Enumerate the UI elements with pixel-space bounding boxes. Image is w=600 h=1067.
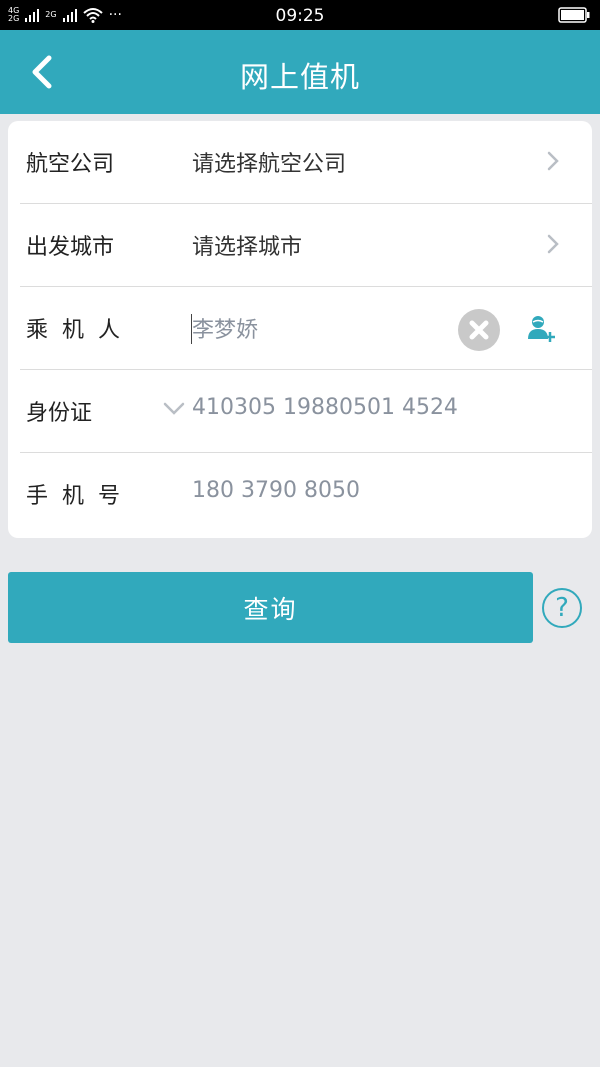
checkin-form: 航空公司 请选择航空公司 出发城市 请选择城市 乘机人 李梦娇 身份证 4103… — [8, 121, 592, 538]
phone-input[interactable]: 180 3790 8050 — [192, 478, 360, 503]
phone-row: 手机号 180 3790 8050 — [20, 453, 592, 536]
battery-icon — [558, 7, 590, 23]
passenger-label: 乘机人 — [26, 318, 135, 343]
phone-label: 手机号 — [26, 484, 135, 509]
airline-row[interactable]: 航空公司 请选择航空公司 — [20, 121, 592, 204]
chevron-right-icon — [547, 234, 559, 254]
airline-label: 航空公司 — [26, 152, 115, 177]
app-header: 网上值机 — [0, 30, 600, 114]
id-number-input[interactable]: 410305 19880501 4524 — [192, 395, 458, 420]
page-title: 网上值机 — [239, 60, 360, 94]
help-icon[interactable]: ? — [542, 588, 582, 628]
departure-city-select[interactable]: 请选择城市 — [192, 229, 302, 261]
departure-city-row[interactable]: 出发城市 请选择城市 — [20, 204, 592, 287]
chevron-right-icon — [547, 151, 559, 171]
clear-button[interactable] — [458, 309, 500, 351]
status-bar: 4G 2G 2G ··· 09:25 — [0, 0, 600, 30]
passenger-input[interactable]: 李梦娇 — [192, 312, 258, 344]
departure-city-label: 出发城市 — [26, 235, 115, 260]
add-passenger-icon[interactable] — [526, 313, 556, 343]
status-time: 09:25 — [275, 6, 325, 26]
chevron-down-icon[interactable] — [162, 400, 186, 418]
passenger-row: 乘机人 李梦娇 — [20, 287, 592, 370]
airline-select[interactable]: 请选择航空公司 — [192, 146, 346, 178]
query-button[interactable]: 查询 — [8, 572, 533, 643]
close-icon — [469, 320, 489, 340]
id-type-label: 身份证 — [26, 401, 93, 426]
id-card-row: 身份证 410305 19880501 4524 — [20, 370, 592, 453]
